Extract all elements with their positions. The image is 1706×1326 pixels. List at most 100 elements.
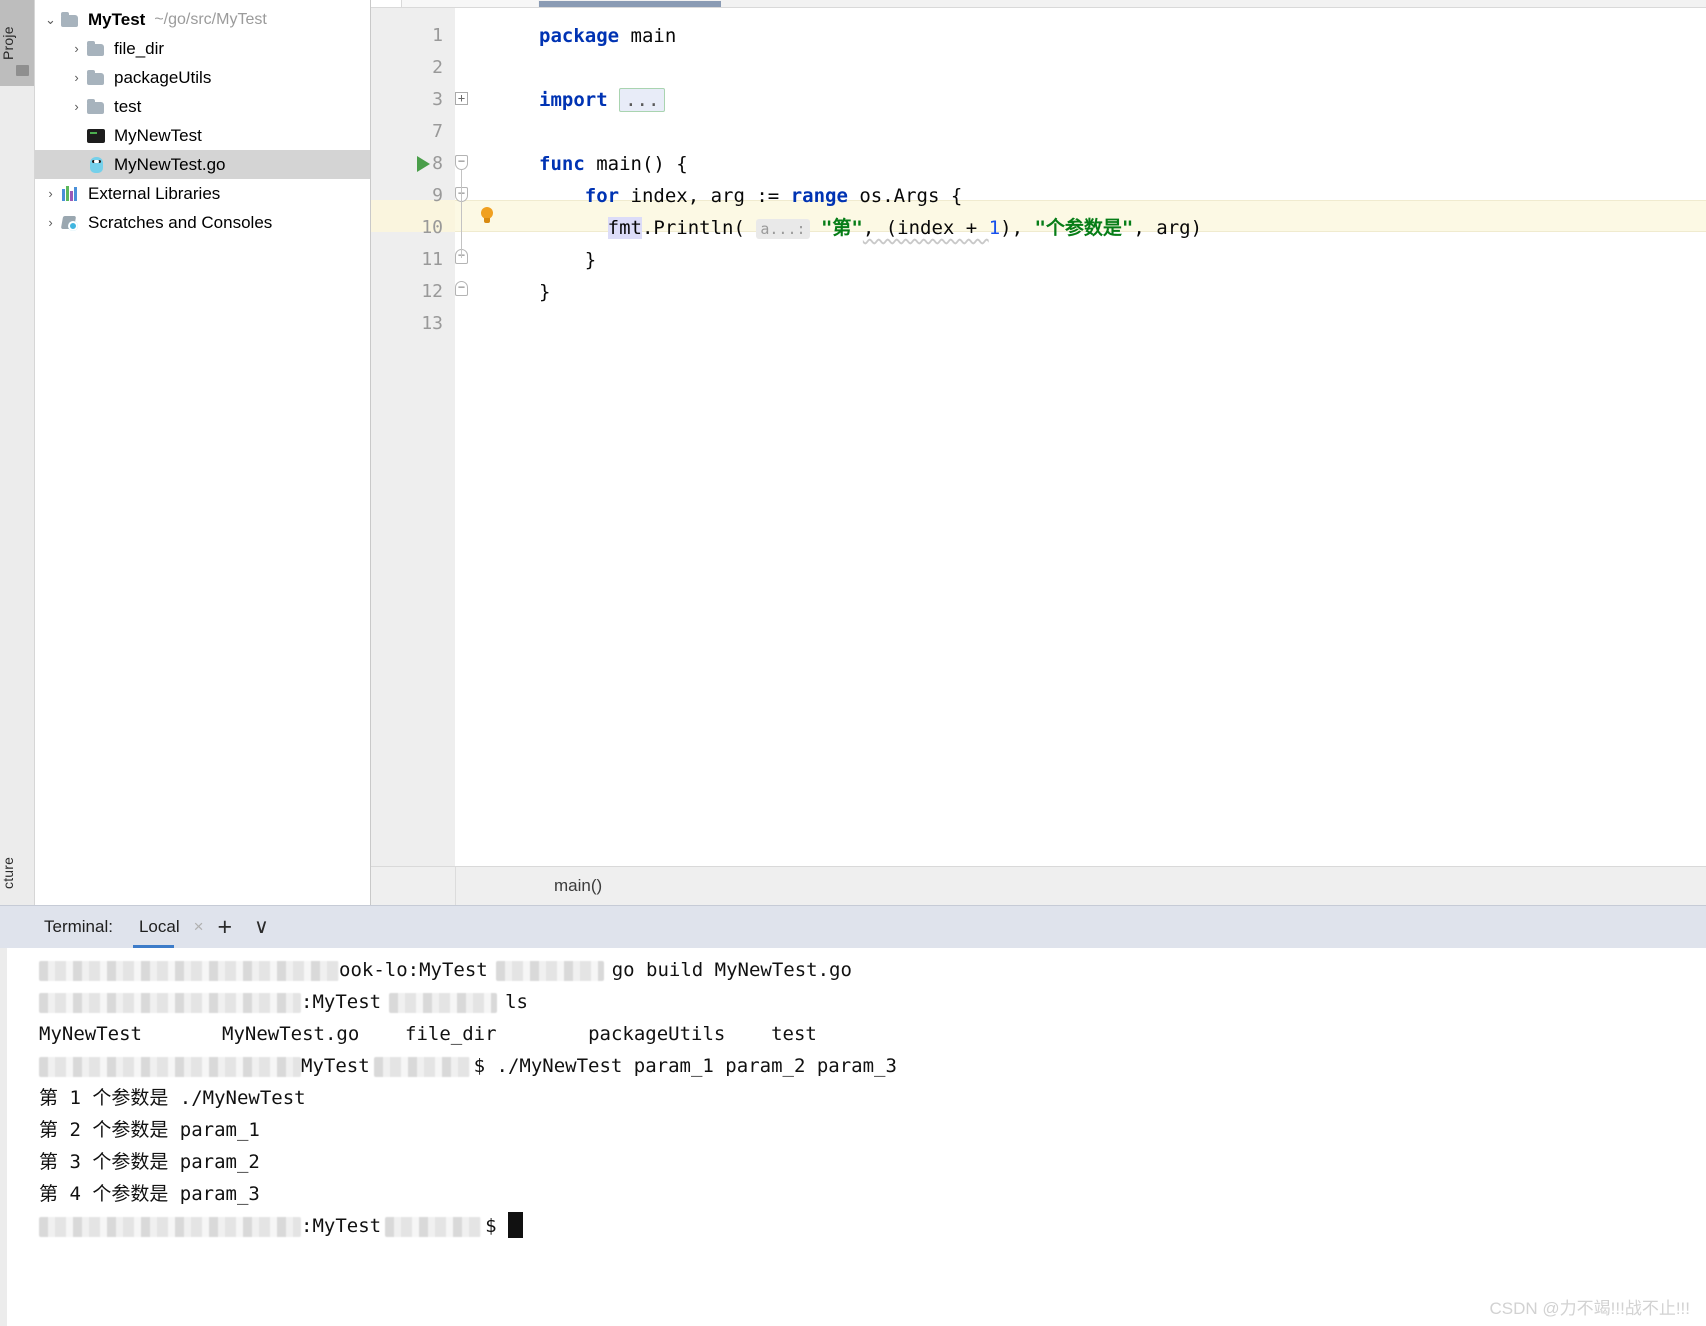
keyword-package: package bbox=[539, 25, 620, 47]
line-number: 9 bbox=[432, 185, 443, 206]
editor-tab-segment bbox=[402, 0, 538, 7]
tree-node-label: test bbox=[114, 96, 142, 116]
active-tab-indicator bbox=[539, 1, 721, 7]
editor-gutter[interactable]: 1 2 3 7 8 9 10 11 12 13 bbox=[371, 8, 455, 866]
tree-node-mytest[interactable]: ⌄ MyTest ~/go/src/MyTest bbox=[35, 5, 370, 34]
editor-tab-bar[interactable] bbox=[371, 0, 1706, 8]
ide-upper-region: Proje cture ⌄ MyTest ~/go/src/MyTest › f… bbox=[0, 0, 1706, 905]
terminal-output[interactable]: ook-lo:MyTest go build MyNewTest.go :MyTe… bbox=[0, 948, 1706, 1326]
add-terminal-icon[interactable]: + bbox=[218, 914, 233, 940]
redacted-user bbox=[389, 992, 498, 1013]
fold-collapse-icon[interactable]: − bbox=[455, 281, 468, 296]
terminal-line: :MyTest ls bbox=[7, 986, 1706, 1018]
tree-node-file_dir[interactable]: › file_dir bbox=[35, 34, 370, 63]
fold-region-line bbox=[461, 170, 462, 258]
code-line-12: } bbox=[539, 276, 550, 308]
editor-area: 1 2 3 7 8 9 10 11 12 13 + − − package ma… bbox=[371, 0, 1706, 905]
code-text: .Println( bbox=[641, 217, 757, 239]
project-folder-icon bbox=[16, 65, 29, 76]
keyword-range: range bbox=[790, 185, 848, 207]
run-gutter-icon[interactable] bbox=[417, 156, 430, 172]
line-number: 11 bbox=[421, 249, 443, 270]
parameter-hint: a...: bbox=[756, 219, 810, 239]
fold-expand-icon[interactable]: + bbox=[455, 92, 468, 105]
terminal-host2: MyTest bbox=[301, 1055, 370, 1077]
code-text: , (index + bbox=[862, 217, 989, 239]
folder-icon bbox=[60, 11, 82, 29]
line-number: 8 bbox=[432, 153, 443, 174]
chevron-right-icon[interactable]: › bbox=[67, 71, 86, 84]
terminal-text-cursor bbox=[497, 1212, 523, 1238]
chevron-down-icon[interactable]: ⌄ bbox=[41, 13, 60, 26]
redacted-username bbox=[39, 992, 301, 1013]
code-line-10: fmt.Println( a...: "第", (index + 1), "个参… bbox=[539, 212, 1202, 244]
close-icon[interactable]: × bbox=[194, 917, 204, 937]
code-text: main() { bbox=[584, 153, 688, 175]
tree-node-mynewtest-go[interactable]: MyNewTest.go bbox=[35, 150, 370, 179]
chevron-right-icon[interactable]: › bbox=[67, 42, 86, 55]
code-text: } bbox=[584, 249, 597, 271]
collapsed-imports-token[interactable]: ... bbox=[619, 88, 666, 112]
chevron-right-icon[interactable]: › bbox=[67, 100, 86, 113]
terminal-line: ook-lo:MyTest go build MyNewTest.go bbox=[7, 954, 1706, 986]
terminal-line: 第 4 个参数是 param_3 bbox=[39, 1183, 260, 1205]
code-line-1: package main bbox=[539, 20, 676, 52]
tree-node-packageutils[interactable]: › packageUtils bbox=[35, 63, 370, 92]
terminal-tab-label: Local bbox=[138, 917, 180, 936]
project-tree-panel[interactable]: ⌄ MyTest ~/go/src/MyTest › file_dir › pa… bbox=[35, 0, 371, 905]
code-text: , arg) bbox=[1133, 217, 1203, 239]
terminal-command: ls bbox=[505, 991, 528, 1013]
tree-node-test[interactable]: › test bbox=[35, 92, 370, 121]
libraries-bar bbox=[74, 186, 77, 201]
tree-node-mynewtest-binary[interactable]: MyNewTest bbox=[35, 121, 370, 150]
terminal-line: MyNewTest MyNewTest.go file_dir packageU… bbox=[39, 1023, 817, 1045]
code-line-3: import ... bbox=[539, 84, 666, 116]
folder-icon bbox=[86, 98, 108, 116]
breadcrumb-main[interactable]: main() bbox=[554, 876, 602, 896]
tree-node-scratches-and-consoles[interactable]: › Scratches and Consoles bbox=[35, 208, 370, 237]
redacted-user bbox=[373, 1056, 470, 1077]
tree-node-label: External Libraries bbox=[88, 183, 221, 203]
tool-window-button-structure[interactable]: cture bbox=[0, 841, 34, 905]
code-text: index, arg := bbox=[619, 185, 791, 207]
redacted-username bbox=[39, 1056, 301, 1077]
terminal-line: 第 2 个参数是 param_1 bbox=[39, 1119, 260, 1141]
intention-bulb-icon[interactable] bbox=[479, 207, 494, 224]
keyword-func: func bbox=[539, 153, 585, 175]
csdn-watermark: CSDN @力不竭!!!战不止!!! bbox=[1489, 1299, 1691, 1318]
terminal-tab-local[interactable]: Local bbox=[132, 906, 184, 949]
code-line-11: } bbox=[539, 244, 596, 276]
tree-node-label: MyTest bbox=[88, 9, 146, 29]
terminal-header: Terminal: Local × + ∨ bbox=[0, 905, 1706, 949]
chevron-right-icon[interactable]: › bbox=[41, 187, 60, 200]
libraries-bar bbox=[70, 190, 73, 201]
breadcrumb-bar[interactable]: main() bbox=[371, 866, 1706, 905]
code-editor[interactable]: 1 2 3 7 8 9 10 11 12 13 + − − package ma… bbox=[371, 8, 1706, 866]
redacted-username bbox=[39, 1216, 301, 1237]
terminal-line: MyTest $ ./MyNewTest param_1 param_2 para… bbox=[7, 1050, 1706, 1082]
line-number: 12 bbox=[421, 281, 443, 302]
code-text-area[interactable]: + − − − − package main import ... func m… bbox=[455, 8, 1706, 866]
code-line-8: func main() { bbox=[539, 148, 688, 180]
terminal-prompt-char: $ bbox=[473, 1055, 497, 1077]
number-literal: 1 bbox=[988, 217, 1001, 239]
tree-node-label: packageUtils bbox=[114, 67, 212, 87]
code-text: } bbox=[539, 281, 551, 303]
libraries-bar bbox=[66, 185, 69, 201]
chevron-right-icon[interactable]: › bbox=[41, 216, 60, 229]
line-number: 1 bbox=[432, 25, 443, 46]
terminal-line: 第 1 个参数是 ./MyNewTest bbox=[39, 1087, 306, 1109]
tool-window-button-project[interactable]: Proje bbox=[0, 0, 34, 86]
terminal-command: go build MyNewTest.go bbox=[611, 959, 852, 981]
libraries-icon bbox=[60, 185, 82, 203]
chevron-down-icon[interactable]: ∨ bbox=[254, 917, 269, 937]
fold-collapse-icon[interactable]: − bbox=[455, 155, 468, 170]
line-number: 10 bbox=[421, 217, 443, 238]
terminal-prompt-line[interactable]: :MyTest $ bbox=[7, 1210, 1706, 1242]
tree-node-external-libraries[interactable]: › External Libraries bbox=[35, 179, 370, 208]
